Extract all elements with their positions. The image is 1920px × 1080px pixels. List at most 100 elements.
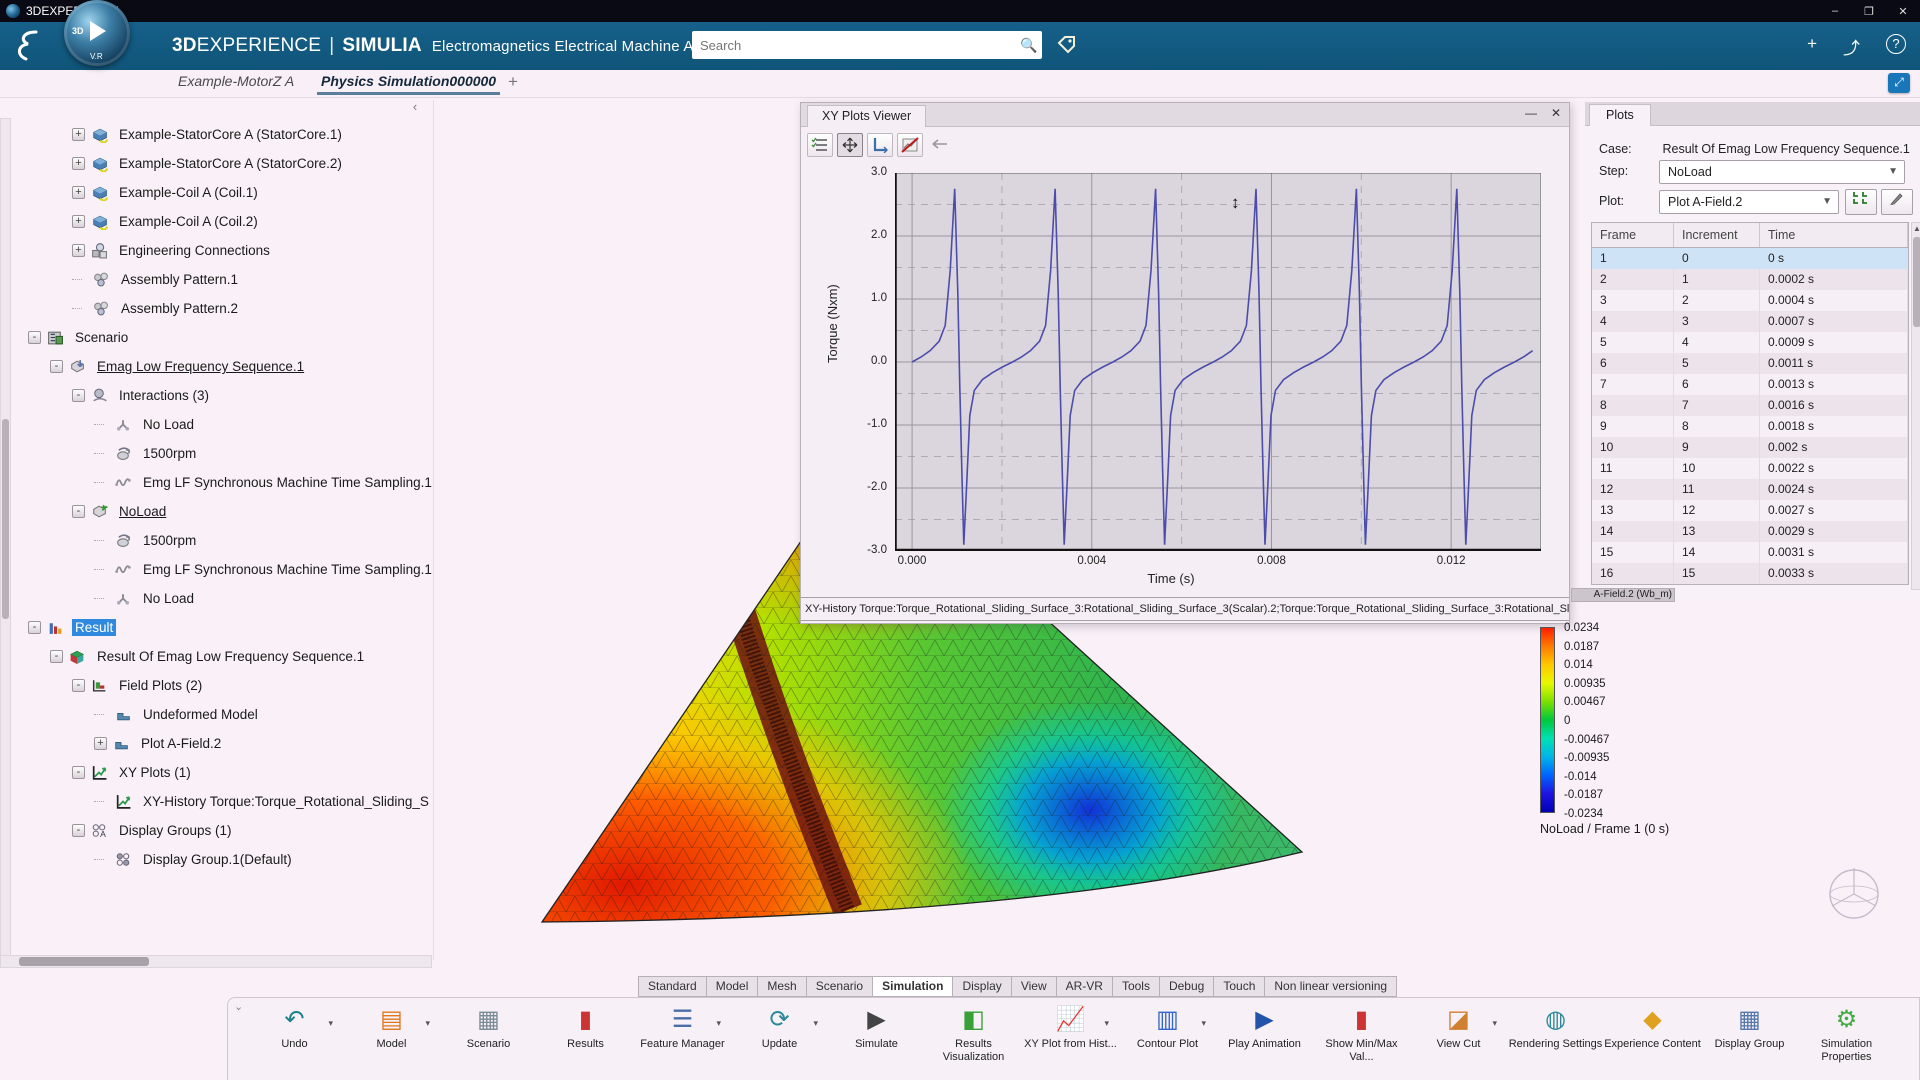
tree-expander-icon[interactable]: +	[72, 244, 85, 257]
tree-expander-icon[interactable]: -	[28, 621, 41, 634]
tree-item-label[interactable]: Display Group.1(Default)	[140, 851, 295, 868]
tree-item-label[interactable]: Plot A-Field.2	[138, 735, 224, 752]
step-dropdown[interactable]: NoLoad ▼	[1659, 160, 1905, 184]
column-header[interactable]: Frame	[1592, 223, 1674, 247]
tree-item[interactable]: -Field Plots (2)	[14, 671, 444, 700]
tree-item[interactable]: + Example-Coil A (Coil.1)	[14, 178, 444, 207]
tree-item[interactable]: No Load	[14, 410, 444, 439]
show-minmax-icon[interactable]: ▮	[1313, 1004, 1410, 1036]
close-window-button[interactable]: ✕	[1886, 5, 1920, 18]
axes-icon[interactable]	[867, 133, 893, 157]
tree-item[interactable]: Undeformed Model	[14, 700, 444, 729]
chevron-down-icon[interactable]: ▾	[1104, 1018, 1109, 1029]
experience-content-icon[interactable]: ◆	[1604, 1004, 1701, 1036]
xy-viewer-close-button[interactable]: ✕	[1551, 106, 1561, 120]
document-tab[interactable]: Physics Simulation000000	[321, 73, 496, 89]
xy-viewer-minimize-button[interactable]: —	[1525, 106, 1537, 120]
tree-item-label[interactable]: Emag Low Frequency Sequence.1	[94, 358, 307, 375]
clear-plot-icon[interactable]	[897, 133, 923, 157]
table-row[interactable]: 13120.0027 s	[1592, 500, 1908, 521]
ribbon-tab-mesh[interactable]: Mesh	[757, 976, 805, 997]
column-header[interactable]: Time	[1760, 223, 1908, 247]
document-tab[interactable]: Example-MotorZ A	[178, 73, 294, 89]
new-tab-button[interactable]: +	[508, 72, 518, 92]
tree-item-label[interactable]: Example-StatorCore A (StatorCore.2)	[116, 155, 345, 172]
table-row[interactable]: 320.0004 s	[1592, 290, 1908, 311]
expand-panel-icon[interactable]: ⤢	[1888, 73, 1910, 93]
tree-item-label[interactable]: Assembly Pattern.1	[118, 271, 241, 288]
tree-item-label[interactable]: NoLoad	[116, 503, 169, 520]
tree-item[interactable]: +Example-StatorCore A (StatorCore.1)	[14, 120, 444, 149]
edit-plot-button[interactable]	[1881, 189, 1913, 215]
table-row[interactable]: 540.0009 s	[1592, 332, 1908, 353]
simulation-properties-icon[interactable]: ⚙	[1798, 1004, 1895, 1036]
ribbon-tab-ar-vr[interactable]: AR-VR	[1056, 976, 1112, 997]
chevron-down-icon[interactable]: ▾	[716, 1018, 721, 1029]
action-results-visualization[interactable]: ◧Results Visualization	[925, 1004, 1022, 1064]
play-animation-icon[interactable]: ▶	[1216, 1004, 1313, 1036]
tree-item[interactable]: -Scenario	[14, 323, 444, 352]
tree-item-label[interactable]: XY-History Torque:Torque_Rotational_Slid…	[140, 793, 432, 810]
action-contour-plot[interactable]: ▥▾Contour Plot	[1119, 1004, 1216, 1064]
action-simulation-properties[interactable]: ⚙Simulation Properties	[1798, 1004, 1895, 1064]
tree-item[interactable]: -XY Plots (1)	[14, 758, 444, 787]
ribbon-tab-non-linear-versioning[interactable]: Non linear versioning	[1264, 976, 1397, 997]
tree-item-label[interactable]: Scenario	[72, 329, 131, 346]
tree-item-label[interactable]: Display Groups (1)	[116, 822, 235, 839]
fit-view-icon[interactable]	[837, 133, 863, 157]
minimize-window-button[interactable]: –	[1818, 5, 1852, 18]
table-row[interactable]: 16150.0033 s	[1592, 563, 1908, 584]
tree-item[interactable]: XY-History Torque:Torque_Rotational_Slid…	[14, 787, 444, 816]
tree-item[interactable]: No Load	[14, 584, 444, 613]
tree-item-label[interactable]: Example-Coil A (Coil.1)	[116, 184, 261, 201]
table-row[interactable]: 1090.002 s	[1592, 437, 1908, 458]
ribbon-tab-standard[interactable]: Standard	[638, 976, 706, 997]
tree-expander-icon[interactable]: -	[72, 505, 85, 518]
tree-item[interactable]: -ADisplay Groups (1)	[14, 816, 444, 845]
simulate-icon[interactable]: ▶	[828, 1004, 925, 1036]
table-row[interactable]: 650.0011 s	[1592, 353, 1908, 374]
tree-item-label[interactable]: No Load	[140, 416, 197, 433]
tree-expander-icon[interactable]: +	[72, 157, 85, 170]
tree-item[interactable]: Emg LF Synchronous Machine Time Sampling…	[14, 555, 444, 584]
action-rendering-settings[interactable]: ◍Rendering Settings	[1507, 1004, 1604, 1064]
tree-item-label[interactable]: Undeformed Model	[140, 706, 261, 723]
table-row[interactable]: 11100.0022 s	[1592, 458, 1908, 479]
action-show-min-max-val-[interactable]: ▮Show Min/Max Val...	[1313, 1004, 1410, 1064]
search-icon[interactable]: 🔍	[1016, 37, 1042, 54]
frames-table[interactable]: FrameIncrementTime100 s210.0002 s320.000…	[1591, 222, 1909, 585]
scroll-up-icon[interactable]: ▲	[1912, 223, 1920, 235]
tree-item[interactable]: +Engineering Connections	[14, 236, 444, 265]
tree-expander-icon[interactable]: +	[72, 186, 85, 199]
ribbon-tab-model[interactable]: Model	[706, 976, 758, 997]
tree-item-label[interactable]: Example-Coil A (Coil.2)	[116, 213, 261, 230]
table-row[interactable]: 870.0016 s	[1592, 395, 1908, 416]
ribbon-tab-touch[interactable]: Touch	[1213, 976, 1264, 997]
tree-item[interactable]: Display Group.1(Default)	[14, 845, 444, 874]
tab-plots[interactable]: Plots	[1589, 104, 1651, 126]
tree-item[interactable]: -Interactions (3)	[14, 381, 444, 410]
results-visualization-icon[interactable]: ◧	[925, 1004, 1022, 1036]
tree-item[interactable]: + Example-StatorCore A (StatorCore.2)	[14, 149, 444, 178]
view-compass-icon[interactable]	[1822, 862, 1886, 926]
tree-item[interactable]: - Emag Low Frequency Sequence.1	[14, 352, 444, 381]
tree-vertical-scrollbar[interactable]	[0, 118, 11, 963]
plot-options-icon[interactable]	[807, 133, 833, 157]
tree-item[interactable]: -Result Of Emag Low Frequency Sequence.1	[14, 642, 444, 671]
tree-expander-icon[interactable]: +	[72, 215, 85, 228]
table-row[interactable]: 430.0007 s	[1592, 311, 1908, 332]
table-row[interactable]: 210.0002 s	[1592, 269, 1908, 290]
back-arrow-icon[interactable]	[927, 133, 953, 157]
tree-expander-icon[interactable]: -	[50, 650, 63, 663]
action-feature-manager[interactable]: ☰▾Feature Manager	[634, 1004, 731, 1064]
tree-item-label[interactable]: No Load	[140, 590, 197, 607]
frames-table-scrollbar[interactable]: ▲	[1911, 222, 1920, 590]
tree-expander-icon[interactable]: +	[94, 737, 107, 750]
rendering-settings-icon[interactable]: ◍	[1507, 1004, 1604, 1036]
tree-item-label[interactable]: Result	[72, 619, 116, 636]
scenario-icon[interactable]: ▦	[440, 1004, 537, 1036]
tree-expander-icon[interactable]: -	[50, 360, 63, 373]
tree-expander-icon[interactable]: +	[72, 128, 85, 141]
tree-item[interactable]: Assembly Pattern.1	[14, 265, 444, 294]
tree-item-label[interactable]: Field Plots (2)	[116, 677, 205, 694]
